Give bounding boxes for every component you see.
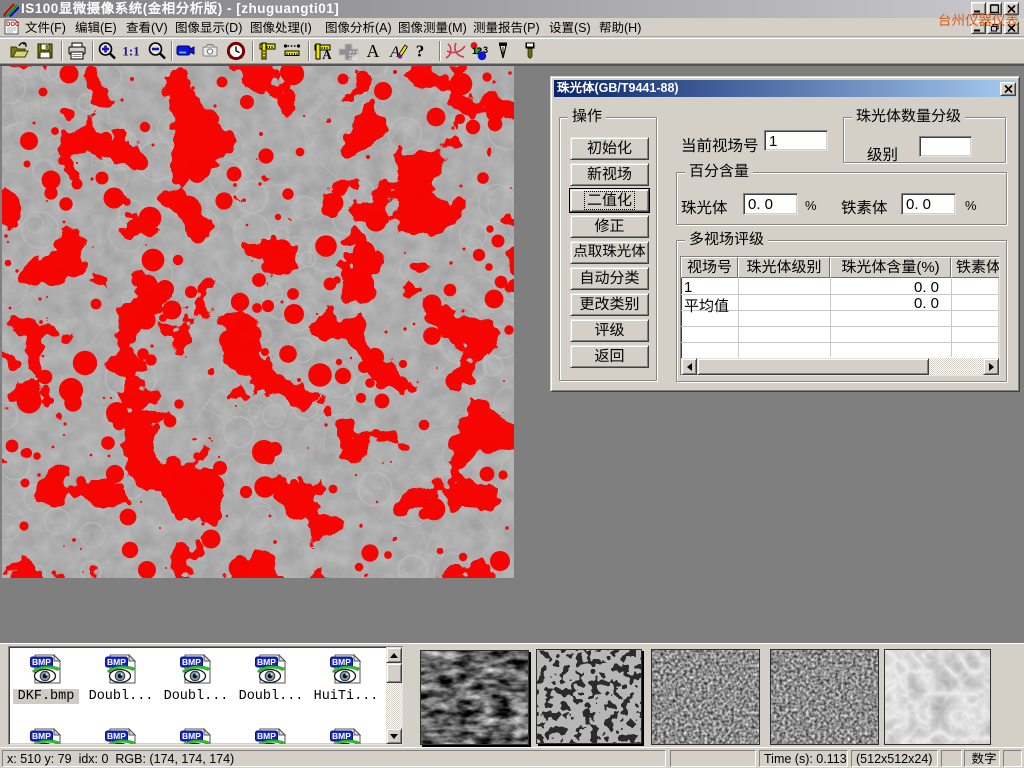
svg-text:BMP: BMP: [107, 731, 126, 741]
svg-text:BMP: BMP: [332, 731, 351, 741]
svg-text:BMP: BMP: [182, 657, 201, 667]
svg-text:3: 3: [483, 45, 488, 55]
svg-text:?: ?: [416, 42, 425, 61]
svg-text:BMP: BMP: [257, 731, 276, 741]
svg-text:BMP: BMP: [257, 657, 276, 667]
svg-text:A: A: [367, 41, 380, 61]
svg-text:A: A: [389, 44, 400, 61]
svg-text:2: 2: [477, 46, 482, 56]
svg-text:BMP: BMP: [32, 731, 51, 741]
svg-text:BMP: BMP: [32, 657, 51, 667]
svg-text:BMP: BMP: [182, 731, 201, 741]
svg-text:DOC: DOC: [6, 22, 20, 28]
svg-text:1:1: 1:1: [122, 44, 139, 59]
svg-text:BMP: BMP: [107, 657, 126, 667]
svg-text:BMP: BMP: [332, 657, 351, 667]
svg-text:A: A: [322, 47, 332, 61]
